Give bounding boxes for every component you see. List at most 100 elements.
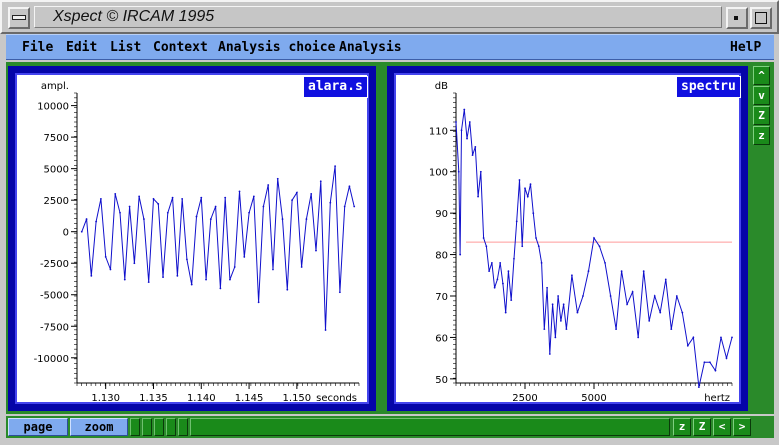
horizontal-scrollbar[interactable] [190, 418, 670, 436]
data-point [200, 196, 203, 199]
scroll-slot[interactable] [130, 418, 140, 436]
x-axis-label: hertz [704, 393, 730, 402]
page-button[interactable]: page [8, 418, 68, 436]
data-point [659, 311, 662, 314]
menu-list[interactable]: List [110, 40, 141, 55]
data-point [152, 198, 155, 200]
spectrum-plot-area[interactable]: 110 100 90 80 70 60 50 2500 5000 dB hertz spectru [394, 73, 741, 404]
data-point [551, 303, 554, 306]
data-point [334, 165, 337, 168]
workspace: 10000 7500 5000 2500 0 -2500 -5000 -7500 -10000 1… [6, 62, 774, 414]
x-tick-label: 1.130 [91, 393, 120, 402]
title-area[interactable]: Xspect © IRCAM 1995 [34, 6, 722, 28]
data-point [460, 129, 463, 132]
scroll-slot[interactable] [142, 418, 152, 436]
window-title-bar[interactable]: Xspect © IRCAM 1995 [0, 0, 779, 34]
data-point [315, 249, 317, 252]
data-point [543, 328, 546, 331]
y-tick-label: 2500 [44, 196, 69, 207]
waveform-plot-area[interactable]: 10000 7500 5000 2500 0 -2500 -5000 -7500 -10000 1… [15, 73, 369, 404]
data-point [157, 203, 160, 205]
data-point [703, 361, 706, 364]
x-tick-label: 1.135 [139, 393, 168, 402]
y-axis-label: ampl. [41, 81, 69, 92]
data-point [496, 278, 499, 281]
data-point [615, 328, 617, 331]
window-menu-button[interactable] [8, 7, 30, 29]
menu-help[interactable]: HelP [730, 40, 761, 55]
data-point [209, 218, 212, 220]
waveform-chart: 10000 7500 5000 2500 0 -2500 -5000 -7500 -10000 1… [34, 81, 360, 402]
data-point [300, 266, 303, 268]
zoom-in-vertical-button[interactable]: Z [753, 106, 770, 125]
y-axis-label: dB [435, 81, 448, 92]
data-point [219, 287, 222, 290]
data-point [114, 192, 117, 195]
maximize-button[interactable] [750, 7, 772, 29]
series-line [81, 166, 355, 331]
data-point [521, 245, 524, 248]
spectrum-tag[interactable]: spectru [676, 76, 741, 98]
data-point [252, 195, 255, 198]
scroll-slot[interactable] [178, 418, 188, 436]
data-point [593, 237, 595, 239]
y-tick-label: -7500 [40, 322, 69, 333]
data-point [310, 192, 313, 195]
data-point [281, 218, 284, 220]
data-point [224, 196, 227, 199]
menu-analysis[interactable]: Analysis [339, 40, 402, 55]
data-point [466, 137, 468, 140]
zoom-button[interactable]: zoom [70, 418, 128, 436]
data-point [546, 286, 548, 289]
data-point [479, 170, 482, 173]
scroll-down-button[interactable]: v [753, 86, 770, 105]
minimize-button[interactable] [726, 7, 748, 29]
x-tick-label: 2500 [512, 393, 537, 402]
data-point [147, 281, 150, 284]
scroll-right-button[interactable]: > [733, 418, 751, 436]
menu-analysis-choice[interactable]: Analysis choice [218, 40, 335, 55]
scroll-slot[interactable] [154, 418, 164, 436]
data-point [471, 154, 474, 157]
data-point [535, 237, 537, 239]
data-point [190, 283, 193, 286]
data-point [143, 218, 145, 220]
data-point [90, 274, 93, 277]
zoom-out-horizontal-button[interactable]: z [673, 418, 691, 436]
data-point [95, 220, 98, 223]
y-tick-label: 50 [435, 375, 448, 386]
y-tick-label: 70 [435, 292, 448, 303]
data-point [286, 288, 289, 291]
data-point [166, 211, 169, 214]
menu-context[interactable]: Context [153, 40, 208, 55]
menu-file[interactable]: File [22, 40, 53, 55]
data-point [80, 230, 83, 233]
data-point [626, 303, 629, 306]
window-menu-icon [12, 15, 26, 20]
data-point [648, 319, 651, 322]
data-point [348, 185, 351, 188]
data-point [502, 282, 504, 285]
y-tick-label: -2500 [40, 259, 69, 270]
data-point [186, 258, 188, 261]
series-line [455, 109, 733, 388]
x-tick-label: 1.150 [283, 393, 312, 402]
data-point [353, 205, 356, 208]
x-tick-label: 5000 [581, 393, 606, 402]
waveform-file-tag[interactable]: alara.s [303, 76, 368, 98]
scroll-slot[interactable] [166, 418, 176, 436]
scroll-left-button[interactable]: < [713, 418, 731, 436]
data-point [631, 290, 634, 293]
zoom-in-horizontal-button[interactable]: Z [693, 418, 711, 436]
data-point [463, 108, 466, 111]
y-tick-label: 80 [435, 251, 448, 262]
menu-edit[interactable]: Edit [66, 40, 97, 55]
data-point [267, 184, 270, 186]
zoom-out-vertical-button[interactable]: z [753, 126, 770, 145]
data-point [559, 319, 562, 322]
data-point [99, 198, 102, 200]
data-point [714, 369, 717, 372]
y-tick-label: 5000 [44, 165, 69, 176]
scroll-up-button[interactable]: ^ [753, 66, 770, 85]
data-point [138, 195, 141, 198]
